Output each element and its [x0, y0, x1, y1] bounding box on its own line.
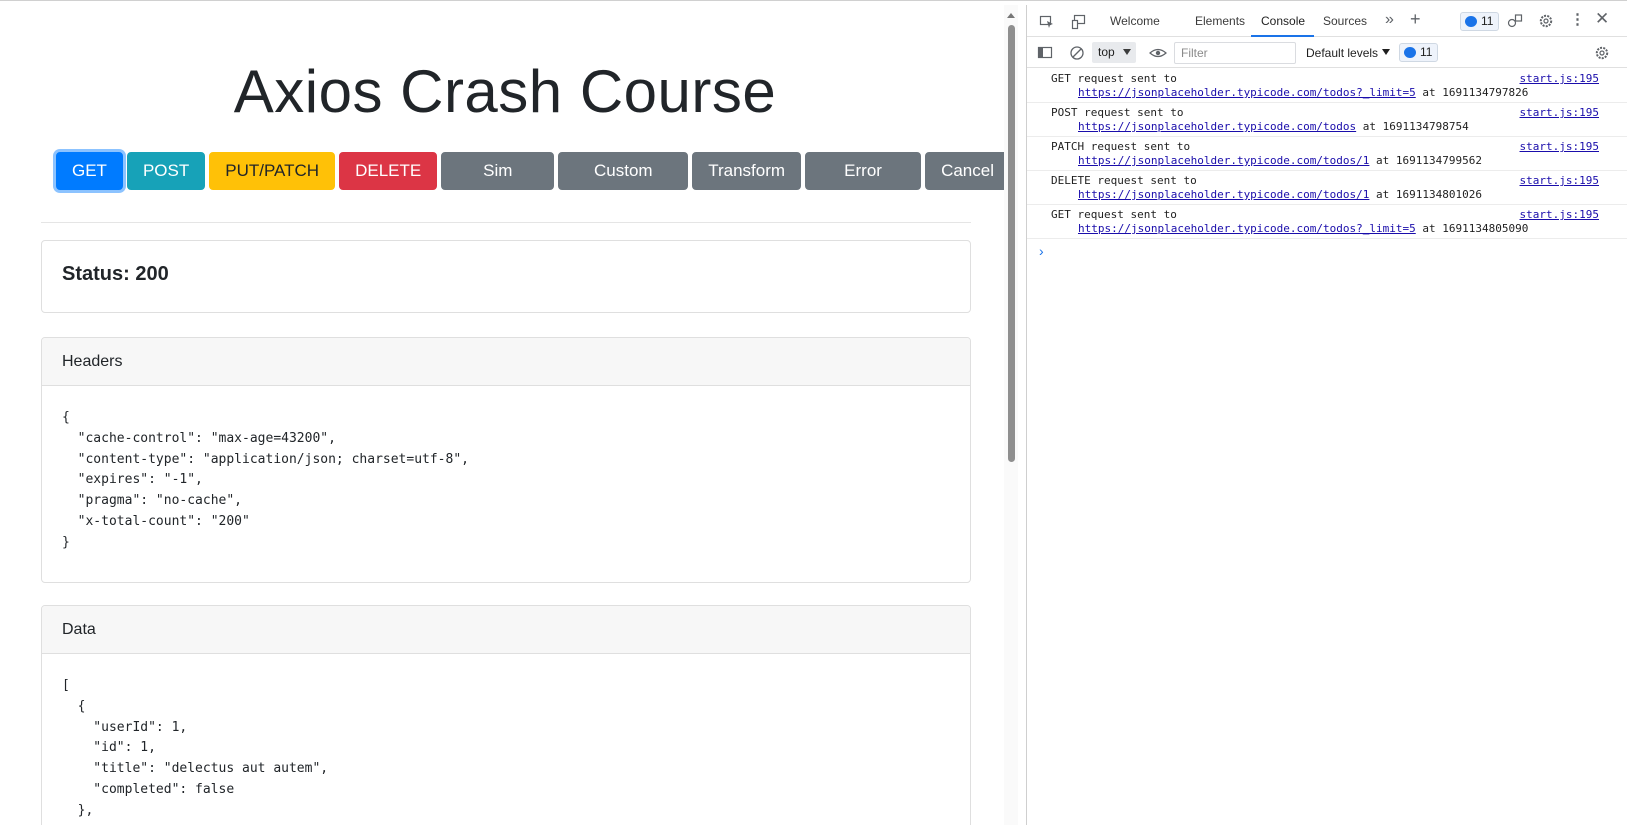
- status-label: Status:: [62, 263, 136, 285]
- source-link[interactable]: start.js:195: [1520, 208, 1599, 222]
- close-icon[interactable]: ✕: [1595, 10, 1609, 27]
- devtools-panel: Welcome Elements Console Sources » + 11 …: [1026, 5, 1627, 825]
- headers-card-title: Headers: [42, 338, 970, 386]
- page-viewport: Axios Crash Course GET POST PUT/PATCH DE…: [0, 5, 1010, 825]
- message-url-link[interactable]: https://jsonplaceholder.typicode.com/tod…: [1078, 188, 1369, 201]
- message-text: PATCH request sent to: [1051, 140, 1191, 153]
- console-message: POST request sent to https://jsonplaceho…: [1027, 103, 1627, 137]
- console-toolbar: top Default levels 11: [1027, 37, 1627, 68]
- tab-console[interactable]: Console: [1261, 14, 1305, 28]
- message-text: DELETE request sent to: [1051, 174, 1197, 187]
- status-value: 200: [135, 263, 169, 285]
- action-buttons: GET POST PUT/PATCH DELETE Sim Requests C…: [56, 152, 1010, 216]
- status-text: Status: 200: [62, 263, 169, 286]
- message-timestamp: at 1691134801026: [1369, 188, 1482, 201]
- log-levels-label: Default levels: [1306, 46, 1379, 60]
- headers-json: { "cache-control": "max-age=43200", "con…: [62, 410, 469, 550]
- post-button[interactable]: POST: [126, 152, 206, 190]
- message-timestamp: at 1691134805090: [1415, 222, 1529, 235]
- messages-count: 11: [1420, 45, 1433, 59]
- context-value: top: [1098, 45, 1115, 59]
- message-text: POST request sent to: [1051, 106, 1184, 119]
- sim-requests-button[interactable]: Sim Requests: [441, 152, 555, 216]
- message-timestamp: at 1691134797826: [1415, 86, 1529, 99]
- status-card: Status: 200: [41, 240, 971, 313]
- message-url-link[interactable]: https://jsonplaceholder.typicode.com/tod…: [1078, 154, 1369, 167]
- data-card-title: Data: [42, 606, 970, 654]
- data-json: [ { "userId": 1, "id": 1, "title": "dele…: [62, 678, 329, 818]
- messages-icon: [1404, 47, 1416, 58]
- kebab-menu-icon[interactable]: ⋮: [1570, 12, 1585, 28]
- settings-icon[interactable]: [1538, 13, 1554, 29]
- console-message: DELETE request sent to https://jsonplace…: [1027, 171, 1627, 205]
- message-text: GET request sent to: [1051, 72, 1177, 85]
- source-link[interactable]: start.js:195: [1520, 140, 1599, 154]
- console-message: GET request sent to https://jsonplacehol…: [1027, 69, 1627, 103]
- delete-button[interactable]: DELETE: [339, 152, 438, 190]
- data-card: Data [ { "userId": 1, "id": 1, "title": …: [41, 605, 971, 825]
- source-link[interactable]: start.js:195: [1520, 72, 1599, 86]
- page-title: Axios Crash Course: [233, 58, 777, 125]
- custom-headers-button[interactable]: Custom Headers: [558, 152, 689, 216]
- message-url-link[interactable]: https://jsonplaceholder.typicode.com/tod…: [1078, 86, 1416, 99]
- scroll-up-arrow-icon[interactable]: [1007, 13, 1015, 18]
- tab-elements[interactable]: Elements: [1195, 14, 1245, 28]
- message-timestamp: at 1691134799562: [1369, 154, 1482, 167]
- get-button[interactable]: GET: [56, 152, 123, 190]
- transform-button[interactable]: Transform: [692, 152, 802, 190]
- source-link[interactable]: start.js:195: [1520, 174, 1599, 188]
- filter-input[interactable]: [1174, 42, 1296, 64]
- context-selector[interactable]: top: [1092, 42, 1136, 63]
- clear-console-icon[interactable]: [1069, 45, 1085, 61]
- message-url-link[interactable]: https://jsonplaceholder.typicode.com/tod…: [1078, 120, 1356, 133]
- live-expression-icon[interactable]: [1149, 45, 1167, 61]
- customize-icon[interactable]: [1507, 13, 1523, 29]
- put-patch-button[interactable]: PUT/PATCH: [209, 152, 336, 190]
- issues-icon: [1465, 16, 1477, 27]
- console-settings-icon[interactable]: [1594, 45, 1610, 61]
- console-output: GET request sent to https://jsonplacehol…: [1027, 69, 1627, 259]
- headers-card: Headers { "cache-control": "max-age=4320…: [41, 337, 971, 583]
- device-toggle-icon[interactable]: [1071, 14, 1087, 30]
- more-tabs-icon[interactable]: »: [1385, 12, 1394, 28]
- log-levels-dropdown[interactable]: Default levels: [1306, 46, 1391, 60]
- devtools-tab-bar: Welcome Elements Console Sources » + 11 …: [1027, 5, 1627, 37]
- message-timestamp: at 1691134798754: [1356, 120, 1469, 133]
- console-message: PATCH request sent to https://jsonplaceh…: [1027, 137, 1627, 171]
- console-message: GET request sent to https://jsonplacehol…: [1027, 205, 1627, 239]
- chevron-down-icon: [1123, 49, 1131, 55]
- messages-badge[interactable]: 11: [1399, 43, 1439, 62]
- divider: [41, 222, 971, 223]
- issues-count: 11: [1481, 14, 1494, 28]
- chevron-down-icon: [1382, 49, 1391, 55]
- tab-welcome[interactable]: Welcome: [1110, 14, 1160, 28]
- error-handling-button[interactable]: Error Handling: [805, 152, 922, 216]
- scrollbar-thumb[interactable]: [1008, 25, 1015, 462]
- new-tab-icon[interactable]: +: [1410, 10, 1421, 28]
- sidebar-toggle-icon[interactable]: [1037, 45, 1053, 61]
- tab-sources[interactable]: Sources: [1323, 14, 1367, 28]
- cancel-button[interactable]: Cancel: [925, 152, 1010, 190]
- message-url-link[interactable]: https://jsonplaceholder.typicode.com/tod…: [1078, 222, 1416, 235]
- inspect-icon[interactable]: [1039, 14, 1055, 30]
- issues-badge[interactable]: 11: [1460, 12, 1500, 31]
- page-scrollbar[interactable]: [1004, 5, 1018, 825]
- source-link[interactable]: start.js:195: [1520, 106, 1599, 120]
- console-prompt[interactable]: ›: [1039, 243, 1044, 259]
- message-text: GET request sent to: [1051, 208, 1177, 221]
